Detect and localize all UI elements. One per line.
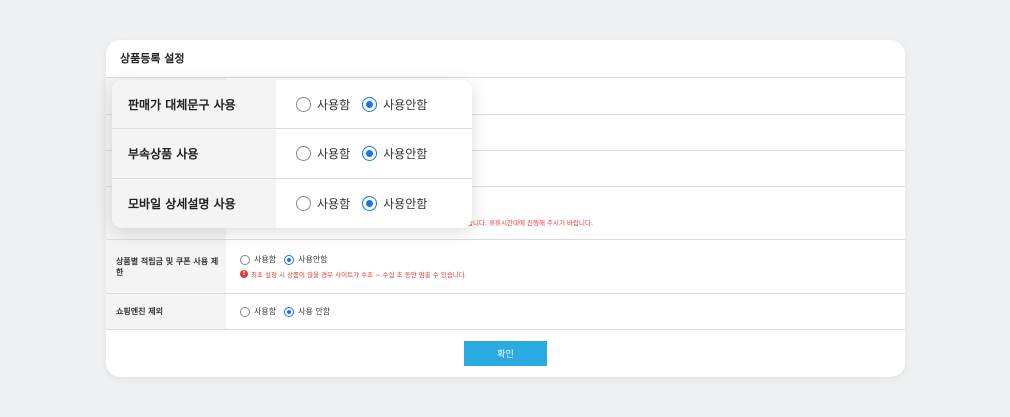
popup-row-label: 부속상품 사용 <box>112 129 276 178</box>
radio-use[interactable] <box>240 254 250 265</box>
coupon-restriction-row: 상품별 적립금 및 쿠폰 사용 제한 사용함 사용안함 ! 최초 설정 시 상품… <box>106 240 905 294</box>
popup-row-mobile-detail: 모바일 상세설명 사용 사용함 사용안함 <box>112 178 472 228</box>
popup-row-label: 모바일 상세설명 사용 <box>112 178 276 228</box>
popup-row-addon-product: 부속상품 사용 사용함 사용안함 <box>112 129 472 179</box>
shopping-engine-row: 쇼핑엔진 제외 사용함 사용 안함 <box>106 294 905 330</box>
card-title: 상품등록 설정 <box>106 40 905 78</box>
coupon-restriction-label: 상품별 적립금 및 쿠폰 사용 제한 <box>106 240 226 293</box>
shopping-engine-label: 쇼핑엔진 제외 <box>106 294 226 329</box>
radio-use[interactable] <box>296 195 311 211</box>
confirm-button[interactable]: 확인 <box>464 341 547 366</box>
coupon-restriction-radios: 사용함 사용안함 <box>240 254 905 265</box>
radio-use[interactable] <box>240 306 250 317</box>
radio-no-use[interactable] <box>284 254 295 265</box>
radio-use[interactable] <box>296 145 311 161</box>
shopping-engine-radios: 사용함 사용 안함 <box>240 306 905 317</box>
radio-no-use[interactable] <box>284 306 295 317</box>
zoom-popup: 판매가 대체문구 사용 사용함 사용안함 부속상품 사용 사용함 사용안함 모바… <box>112 80 472 228</box>
radio-no-use[interactable] <box>362 145 378 161</box>
alert-icon: ! <box>240 270 248 278</box>
coupon-warning: ! 최초 설정 시 상품이 많을 경우 사이트가 수초 ~ 수십 초 동안 멈출… <box>240 269 905 279</box>
popup-row-price-text: 판매가 대체문구 사용 사용함 사용안함 <box>112 80 472 130</box>
radio-use[interactable] <box>296 96 311 112</box>
radio-no-use[interactable] <box>362 96 378 112</box>
partial-warning-text: 습니다. 휴휴시간대에 진행해 주시기 바랍니다. <box>467 219 594 227</box>
radio-no-use[interactable] <box>362 195 378 211</box>
popup-row-label: 판매가 대체문구 사용 <box>112 80 276 129</box>
